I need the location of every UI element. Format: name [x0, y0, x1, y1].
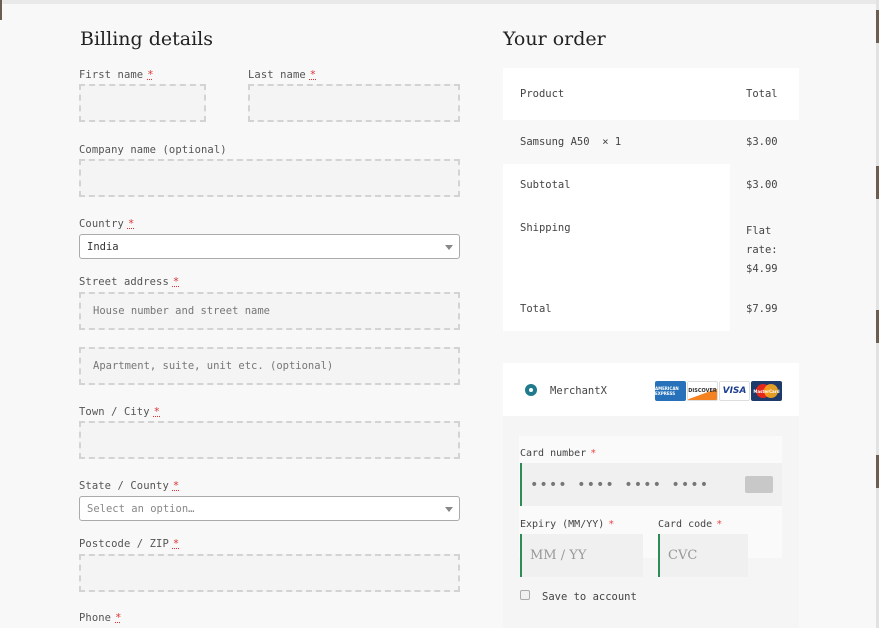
order-title: Your order [503, 28, 606, 50]
expiry-input[interactable]: MM / YY [520, 534, 643, 577]
last-name-input[interactable] [248, 84, 460, 122]
postcode-input[interactable] [79, 554, 460, 592]
header-total: Total [746, 88, 778, 100]
mastercard-icon: MasterCard [751, 381, 782, 401]
shipping-value: Flat rate: $4.99 [746, 225, 778, 275]
placeholder: House number and street name [93, 305, 271, 317]
card-code-label: Card code * [658, 519, 723, 530]
left-edge [0, 0, 2, 20]
state-label: State / County * [79, 480, 180, 492]
placeholder: MM / YY [530, 548, 587, 563]
postcode-label: Postcode / ZIP * [79, 538, 180, 550]
required-marker: * [608, 519, 615, 530]
street-address-1-input[interactable]: House number and street name [79, 292, 460, 330]
required-marker: * [147, 69, 154, 81]
state-placeholder: Select an option… [87, 502, 195, 515]
first-name-input[interactable] [79, 84, 206, 122]
placeholder: Apartment, suite, unit etc. (optional) [93, 360, 334, 372]
save-to-account-label[interactable]: Save to account [542, 591, 637, 603]
required-marker: * [127, 218, 135, 230]
required-marker: * [153, 406, 161, 418]
street-label: Street address * [79, 276, 180, 288]
total-label: Total [520, 303, 552, 315]
company-label: Company name (optional) [79, 144, 227, 156]
save-to-account-checkbox[interactable] [520, 590, 530, 600]
chevron-down-icon [445, 507, 453, 512]
country-value: India [87, 240, 119, 253]
phone-label: Phone * [79, 612, 122, 624]
visa-icon: VISA [719, 381, 750, 401]
country-select[interactable]: India [79, 234, 460, 259]
company-input[interactable] [79, 159, 460, 197]
payment-method-label[interactable]: MerchantX [550, 385, 607, 397]
amex-icon: AMERICAN EXPRESS [655, 381, 686, 401]
shipping-label: Shipping [520, 222, 571, 234]
subtotal-label: Subtotal [520, 179, 571, 191]
expiry-label: Expiry (MM/YY) * [520, 519, 615, 530]
discover-icon: DISCOVER [687, 381, 718, 401]
required-marker: * [716, 519, 723, 530]
last-name-label: Last name * [248, 69, 317, 81]
required-marker: * [172, 276, 180, 288]
chevron-down-icon [445, 245, 453, 250]
placeholder: •••• •••• •••• •••• [530, 476, 710, 493]
first-name-label: First name * [79, 69, 154, 81]
item-total: $3.00 [746, 136, 778, 148]
required-marker: * [309, 69, 317, 81]
card-number-label: Card number * [520, 448, 597, 459]
state-select[interactable]: Select an option… [79, 496, 460, 521]
town-input[interactable] [79, 421, 460, 459]
country-label: Country * [79, 218, 135, 230]
required-marker: * [590, 448, 597, 459]
card-type-icon [745, 476, 773, 493]
town-label: Town / City * [79, 406, 161, 418]
billing-title: Billing details [80, 28, 213, 50]
card-number-input[interactable]: •••• •••• •••• •••• [520, 463, 782, 506]
street-address-2-input[interactable]: Apartment, suite, unit etc. (optional) [79, 347, 460, 385]
total-value: $7.99 [746, 303, 778, 315]
item-qty: × 1 [602, 136, 622, 148]
card-code-input[interactable]: CVC [658, 534, 748, 577]
item-name: Samsung A50 × 1 [520, 136, 622, 148]
payment-radio[interactable] [525, 384, 537, 396]
required-marker: * [172, 538, 180, 550]
top-border [0, 0, 879, 4]
required-marker: * [172, 480, 180, 492]
header-product: Product [520, 88, 565, 100]
placeholder: CVC [668, 548, 698, 563]
subtotal-value: $3.00 [746, 179, 778, 191]
required-marker: * [115, 612, 122, 624]
